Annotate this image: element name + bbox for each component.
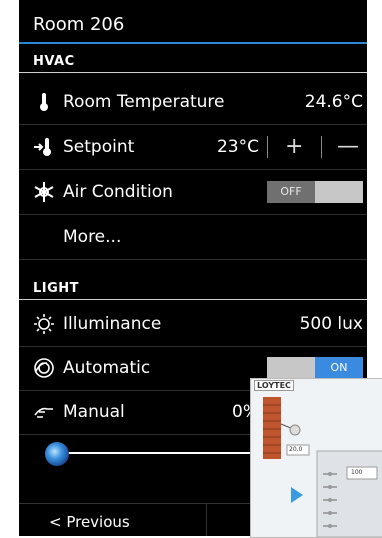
row-room-temperature: Room Temperature 24.6°C xyxy=(19,80,367,125)
setpoint-icon xyxy=(34,138,51,156)
room-temperature-value: 24.6°C xyxy=(304,92,363,112)
setpoint-plus-button[interactable]: + xyxy=(285,134,303,159)
section-hvac: HVAC xyxy=(19,52,367,73)
divider xyxy=(267,136,268,158)
setpoint-label: Setpoint xyxy=(63,137,135,157)
air-condition-toggle[interactable]: OFF xyxy=(267,181,363,203)
manual-slider-track[interactable] xyxy=(49,452,269,454)
automatic-label: Automatic xyxy=(63,358,151,378)
automatic-icon xyxy=(34,358,54,378)
section-title-hvac: HVAC xyxy=(33,54,75,69)
illuminance-value: 500 lux xyxy=(299,314,363,334)
row-setpoint: Setpoint 23°C + — xyxy=(19,125,367,170)
previous-button[interactable]: < Previous xyxy=(49,513,130,531)
automatic-toggle[interactable]: ON xyxy=(267,357,363,379)
divider xyxy=(206,504,207,536)
page-title: Room 206 xyxy=(33,14,125,35)
section-light: LIGHT xyxy=(19,279,367,300)
illuminance-label: Illuminance xyxy=(63,314,162,334)
toggle-state: ON xyxy=(315,357,363,379)
row-air-condition: Air Condition OFF xyxy=(19,170,367,215)
row-more[interactable]: More... xyxy=(19,215,367,260)
hand-icon xyxy=(34,407,53,418)
sun-icon xyxy=(34,314,54,334)
title-bar: Room 206 xyxy=(19,0,367,44)
divider xyxy=(321,136,322,158)
preview-illustration xyxy=(251,379,382,537)
toggle-state: OFF xyxy=(267,181,315,203)
preview-thumbnail[interactable]: LOYTEC 20.0 100 xyxy=(250,378,382,538)
more-link[interactable]: More... xyxy=(63,227,121,247)
section-title-light: LIGHT xyxy=(33,281,80,296)
preview-value-a: 20.0 xyxy=(289,446,303,453)
manual-label: Manual xyxy=(63,402,125,422)
loytec-logo: LOYTEC xyxy=(254,380,294,391)
thermometer-icon xyxy=(40,93,48,111)
air-condition-label: Air Condition xyxy=(63,182,173,202)
setpoint-minus-button[interactable]: — xyxy=(337,134,359,159)
setpoint-value: 23°C xyxy=(216,137,259,157)
snowflake-icon xyxy=(34,182,54,202)
manual-slider-thumb[interactable] xyxy=(45,442,69,466)
row-illuminance: Illuminance 500 lux xyxy=(19,302,367,347)
room-temperature-label: Room Temperature xyxy=(63,92,225,112)
preview-value-b: 100 xyxy=(351,469,363,476)
